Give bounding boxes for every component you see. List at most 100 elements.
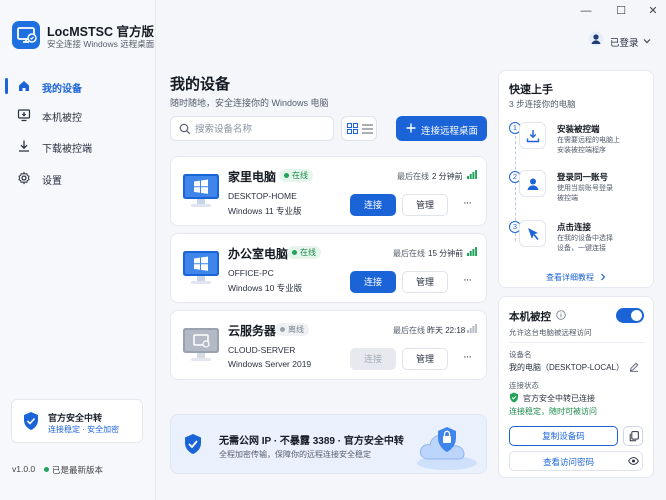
sidebar-item-local-control[interactable]: 本机被控: [0, 102, 156, 128]
connect-remote-label: 连接远程桌面: [421, 126, 479, 137]
last-online-value: 2 分钟前: [432, 172, 463, 181]
signal-icon: [467, 170, 477, 179]
windows-monitor-icon: [183, 251, 219, 284]
connection-status-value: 官方安全中转已连接: [523, 394, 595, 403]
connect-remote-button[interactable]: 连接远程桌面: [396, 116, 487, 141]
device-host: DESKTOP-HOME: [228, 191, 297, 201]
view-tutorial-link[interactable]: 查看详细教程: [546, 272, 606, 283]
cursor-icon: [528, 228, 539, 240]
status-badge: 离线: [275, 323, 309, 336]
chevron-down-icon[interactable]: [643, 38, 651, 44]
banner-title: 无需公网 IP · 不暴露 3389 · 官方安全中转: [219, 436, 404, 447]
local-control-subtitle: 允许这台电脑被远程访问: [509, 328, 592, 337]
device-name-label: 设备名: [509, 350, 532, 359]
version-status: 已是最新版本: [52, 465, 104, 475]
divider: [509, 342, 645, 343]
edit-pencil-icon[interactable]: [629, 362, 639, 372]
step-description: 设备，一键连接: [557, 245, 606, 252]
step-icon-box: [519, 220, 546, 247]
local-control-toggle[interactable]: [616, 308, 644, 323]
plus-icon: [406, 123, 416, 133]
manage-button[interactable]: 管理: [402, 194, 448, 216]
copy-device-code-button[interactable]: 复制设备码: [509, 426, 618, 446]
connect-button[interactable]: 连接: [350, 271, 396, 293]
sidebar-item-label: 本机被控: [42, 113, 82, 124]
step-description: 被控端: [557, 195, 578, 202]
sidebar-item-label: 我的设备: [42, 84, 82, 95]
sidebar-item-settings[interactable]: 设置: [0, 165, 156, 191]
step-description: 安装被控端程序: [557, 147, 606, 154]
user-menu[interactable]: [588, 31, 604, 49]
quick-start-title: 快速上手: [509, 84, 553, 96]
eye-icon: [628, 457, 639, 465]
quick-start-subtitle: 3 步连接你的电脑: [509, 99, 576, 109]
sidebar-item-download-client[interactable]: 下载被控端: [0, 133, 156, 159]
last-online-label: 最后在线: [397, 172, 429, 181]
grid-view-icon[interactable]: [347, 123, 358, 134]
windows-monitor-icon: [183, 174, 219, 207]
step-title: 登录同一账号: [557, 172, 609, 182]
step-icon-box: [519, 170, 546, 197]
sidebar-item-label: 设置: [42, 176, 62, 187]
device-name: 办公室电脑: [228, 247, 289, 261]
cloud-lock-icon: [417, 427, 477, 470]
security-card: 官方安全中转 连接稳定 · 安全加密: [11, 399, 143, 443]
app-subtitle: 安全连接 Windows 远程桌面: [47, 39, 155, 49]
step-icon-box: [519, 122, 546, 149]
manage-button[interactable]: 管理: [402, 271, 448, 293]
device-host: OFFICE-PC: [228, 268, 274, 278]
shield-check-icon: [510, 392, 518, 403]
view-tutorial-label: 查看详细教程: [546, 273, 594, 282]
device-os: Windows 10 专业版: [228, 283, 303, 293]
minimize-button[interactable]: —: [579, 4, 593, 18]
connection-status-note: 连接稳定，随时可被访问: [509, 407, 597, 416]
local-control-panel: 本机被控 允许这台电脑被远程访问 设备名 我的电脑（DESKTOP-LOCAL）…: [498, 296, 654, 478]
device-os: Windows 11 专业版: [228, 206, 302, 216]
search-icon: [179, 123, 191, 135]
step-description: 在我的设备中选择: [557, 235, 613, 242]
signal-icon: [467, 324, 477, 333]
search-input[interactable]: [195, 122, 327, 136]
copy-icon: [629, 431, 639, 442]
last-online-label: 最后在线: [393, 249, 425, 258]
maximize-button[interactable]: ☐: [614, 4, 628, 18]
last-online-value: 15 分钟前: [428, 249, 464, 258]
connect-button[interactable]: 连接: [350, 194, 396, 216]
connection-status-label: 连接状态: [509, 381, 539, 390]
version-status-dot: [44, 467, 49, 472]
quick-start-panel: 快速上手 3 步连接你的电脑 1 安装被控端 在需要远程的电脑上 安装被控端程序…: [498, 70, 654, 288]
device-card: 家里电脑 在线 DESKTOP-HOME Windows 11 专业版 最后在线…: [170, 156, 487, 226]
download-tray-icon: [526, 130, 540, 143]
step-description: 在需要远程的电脑上: [557, 137, 620, 144]
search-box[interactable]: [170, 116, 334, 141]
shield-check-icon: [185, 434, 201, 454]
copy-icon-button[interactable]: [623, 426, 643, 446]
manage-button[interactable]: 管理: [402, 348, 448, 370]
download-icon: [19, 140, 29, 152]
user-label[interactable]: 已登录: [610, 35, 639, 49]
last-online-value: 昨天 22:18: [427, 326, 466, 335]
sidebar-item-my-devices[interactable]: 我的设备: [0, 73, 156, 99]
more-options-button[interactable]: ···: [460, 273, 474, 289]
security-card-title: 官方安全中转: [48, 413, 103, 423]
view-password-label: 查看访问密码: [543, 457, 595, 467]
connect-button[interactable]: 连接: [350, 348, 396, 370]
device-host: CLOUD-SERVER: [228, 345, 296, 355]
banner-subtitle: 全程加密传输，保障你的远程连接安全稳定: [219, 450, 371, 459]
list-view-icon[interactable]: [362, 124, 373, 134]
home-icon: [19, 81, 29, 91]
gear-icon: [18, 171, 30, 185]
more-options-button[interactable]: ···: [460, 350, 474, 366]
step-description: 使用当前账号登录: [557, 185, 613, 192]
security-banner: 无需公网 IP · 不暴露 3389 · 官方安全中转 全程加密传输，保障你的远…: [170, 414, 487, 474]
close-button[interactable]: ✕: [646, 4, 660, 18]
view-password-button[interactable]: 查看访问密码: [509, 451, 643, 471]
info-icon[interactable]: [556, 310, 566, 320]
sidebar-item-label: 下载被控端: [42, 144, 92, 155]
view-toggle[interactable]: [341, 116, 377, 141]
shield-check-icon: [24, 412, 38, 430]
device-os: Windows Server 2019: [228, 359, 312, 369]
more-options-button[interactable]: ···: [460, 196, 474, 212]
offline-monitor-icon: [183, 328, 219, 361]
user-avatar-icon: [588, 31, 604, 47]
